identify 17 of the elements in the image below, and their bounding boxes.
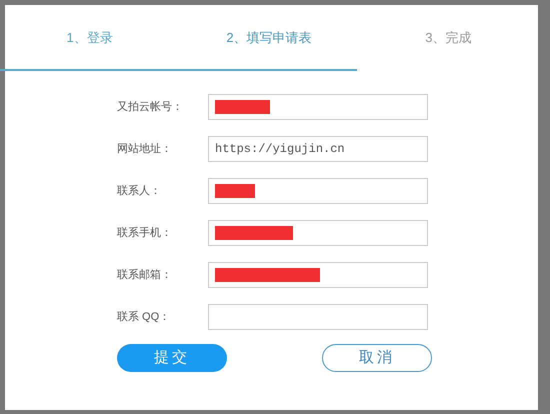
input-field[interactable] bbox=[208, 220, 428, 246]
field-label: 联系邮箱： bbox=[117, 268, 173, 283]
step-label: 2、填写申请表 bbox=[226, 29, 312, 48]
input-field[interactable] bbox=[208, 304, 428, 330]
cancel-button[interactable]: 取消 bbox=[322, 344, 432, 372]
step-label: 1、登录 bbox=[66, 29, 113, 48]
field-label: 又拍云帐号： bbox=[117, 100, 184, 115]
input-field[interactable] bbox=[208, 178, 428, 204]
input-field[interactable] bbox=[208, 262, 428, 288]
field-label: 联系人： bbox=[117, 184, 162, 199]
step-label: 3、完成 bbox=[425, 29, 472, 48]
submit-button[interactable]: 提交 bbox=[117, 344, 227, 372]
field-label: 联系手机： bbox=[117, 226, 173, 241]
input-field[interactable] bbox=[208, 94, 428, 120]
field-label: 联系 QQ： bbox=[117, 310, 172, 325]
field-label: 网站地址： bbox=[117, 142, 173, 157]
input-field[interactable]: https://yigujin.cn bbox=[208, 136, 428, 162]
